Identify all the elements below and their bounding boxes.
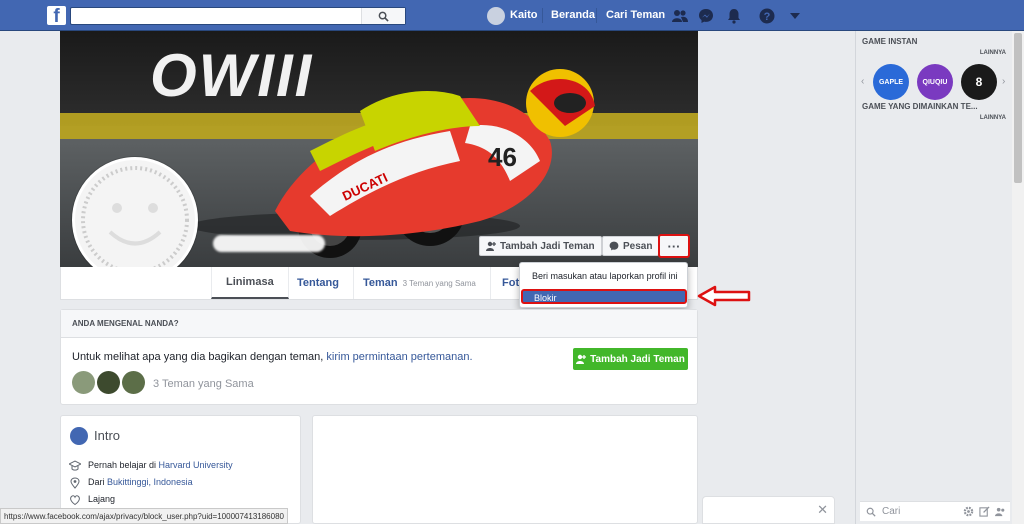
profile-name-redacted (213, 235, 325, 252)
intro-hometown: Dari Bukittinggi, Indonesia (88, 477, 193, 487)
help-question-icon[interactable]: ? (758, 7, 776, 25)
location-pin-icon (70, 477, 80, 489)
search-icon (378, 11, 389, 22)
intro-title: Intro (94, 428, 121, 443)
user-avatar[interactable] (487, 7, 505, 25)
more-options-button[interactable]: ··· (658, 234, 690, 258)
hometown-link[interactable]: Bukittinggi, Indonesia (107, 477, 193, 487)
send-friend-request-link[interactable]: kirim permintaan pertemanan. (326, 351, 472, 363)
more-options-dropdown: Beri masukan atau laporkan profil ini Bl… (519, 262, 688, 308)
add-friend-green-button[interactable]: Tambah Jadi Teman (573, 348, 688, 370)
game-label: QIUQIU (922, 78, 948, 86)
new-message-icon[interactable] (979, 506, 990, 517)
tab-friends[interactable]: Teman 3 Teman yang Sama (349, 267, 491, 299)
search-input[interactable] (70, 7, 406, 25)
chat-search-input[interactable]: Cari (860, 501, 1010, 521)
chat-popup[interactable]: ✕ (702, 496, 835, 524)
game-label: 8 (975, 75, 983, 89)
notifications-bell-icon[interactable] (725, 7, 743, 25)
red-arrow-annotation-icon (697, 285, 751, 307)
tab-label: Linimasa (226, 276, 274, 288)
game-qiuqiu-icon[interactable]: QIUQIU (917, 64, 953, 100)
top-navbar: f Kaito Beranda Cari Teman ? (0, 0, 1024, 31)
report-profile-menu-item[interactable]: Beri masukan atau laporkan profil ini (532, 271, 678, 281)
group-chat-icon[interactable] (995, 506, 1006, 517)
avatar[interactable] (72, 371, 95, 394)
profile-picture[interactable] (72, 157, 198, 283)
close-icon[interactable]: ✕ (817, 502, 828, 518)
add-friend-label: Tambah Jadi Teman (500, 240, 595, 252)
know-card-text: Untuk melihat apa yang dia bagikan denga… (72, 351, 473, 363)
block-menu-item[interactable]: Blokir (521, 289, 687, 304)
mutual-friend-avatars (72, 371, 145, 394)
add-friend-button[interactable]: Tambah Jadi Teman (479, 236, 602, 256)
globe-icon (70, 427, 88, 445)
user-name-link[interactable]: Kaito (510, 9, 538, 21)
add-friend-icon (576, 354, 587, 364)
tab-about[interactable]: Tentang (283, 267, 354, 299)
intro-education-prefix: Pernah belajar di (88, 460, 159, 470)
message-button[interactable]: Pesan (602, 236, 660, 256)
graduation-cap-icon (69, 460, 81, 471)
nav-divider (542, 8, 543, 23)
facebook-logo[interactable]: f (47, 6, 66, 25)
right-sidebar: GAME INSTAN LAINNYA ‹ GAPLE QIUQIU 8 › G… (855, 31, 1012, 524)
search-icon (866, 507, 876, 517)
heart-icon (70, 495, 80, 506)
played-games-title: GAME YANG DIMAINKAN TE... (862, 102, 978, 111)
find-friends-link[interactable]: Cari Teman (606, 9, 665, 21)
avatar[interactable] (97, 371, 120, 394)
tab-timeline[interactable]: Linimasa (211, 267, 289, 299)
gear-icon[interactable] (963, 506, 974, 517)
messenger-icon[interactable] (697, 7, 715, 25)
know-card-header: ANDA MENGENAL NANDA? (61, 310, 697, 338)
posts-feed-card (312, 415, 698, 524)
see-more-games-link[interactable]: LAINNYA (980, 50, 1006, 56)
harvard-university-link[interactable]: Harvard University (159, 460, 233, 470)
add-friend-icon (486, 241, 496, 251)
avatar[interactable] (122, 371, 145, 394)
svg-text:46: 46 (488, 142, 517, 172)
home-link[interactable]: Beranda (551, 9, 595, 21)
account-chevron-down-icon[interactable] (786, 7, 804, 25)
tab-label: Tentang (297, 277, 339, 289)
scrollbar-thumb[interactable] (1014, 33, 1022, 183)
know-person-card: ANDA MENGENAL NANDA? Untuk melihat apa y… (60, 309, 698, 405)
see-more-played-link[interactable]: LAINNYA (980, 115, 1006, 121)
intro-hometown-prefix: Dari (88, 477, 108, 487)
chat-search-placeholder: Cari (882, 506, 901, 517)
intro-relationship: Lajang (88, 494, 116, 504)
search-button[interactable] (361, 8, 405, 24)
instant-games-title: GAME INSTAN (862, 37, 918, 46)
friend-requests-icon[interactable] (671, 7, 689, 25)
nav-divider (596, 8, 597, 23)
game-8ball-icon[interactable]: 8 (961, 64, 997, 100)
messenger-icon (609, 241, 619, 251)
intro-education: Pernah belajar di Harvard University (88, 460, 233, 470)
page-scrollbar[interactable] (1012, 31, 1024, 524)
tab-sub-label: 3 Teman yang Sama (402, 278, 476, 288)
add-friend-green-label: Tambah Jadi Teman (590, 353, 685, 365)
game-gaple-icon[interactable]: GAPLE (873, 64, 909, 100)
smiley-face-image (81, 166, 189, 274)
svg-text:?: ? (764, 11, 771, 23)
mutual-friends-link[interactable]: 3 Teman yang Sama (153, 378, 254, 390)
game-label: GAPLE (878, 78, 904, 86)
know-text-body: Untuk melihat apa yang dia bagikan denga… (72, 351, 327, 363)
chevron-right-icon[interactable]: › (1002, 76, 1005, 87)
tab-label: Teman (363, 277, 398, 289)
message-label: Pesan (623, 240, 653, 252)
browser-status-bar: https://www.facebook.com/ajax/privacy/bl… (0, 508, 288, 524)
chevron-left-icon[interactable]: ‹ (861, 76, 864, 87)
